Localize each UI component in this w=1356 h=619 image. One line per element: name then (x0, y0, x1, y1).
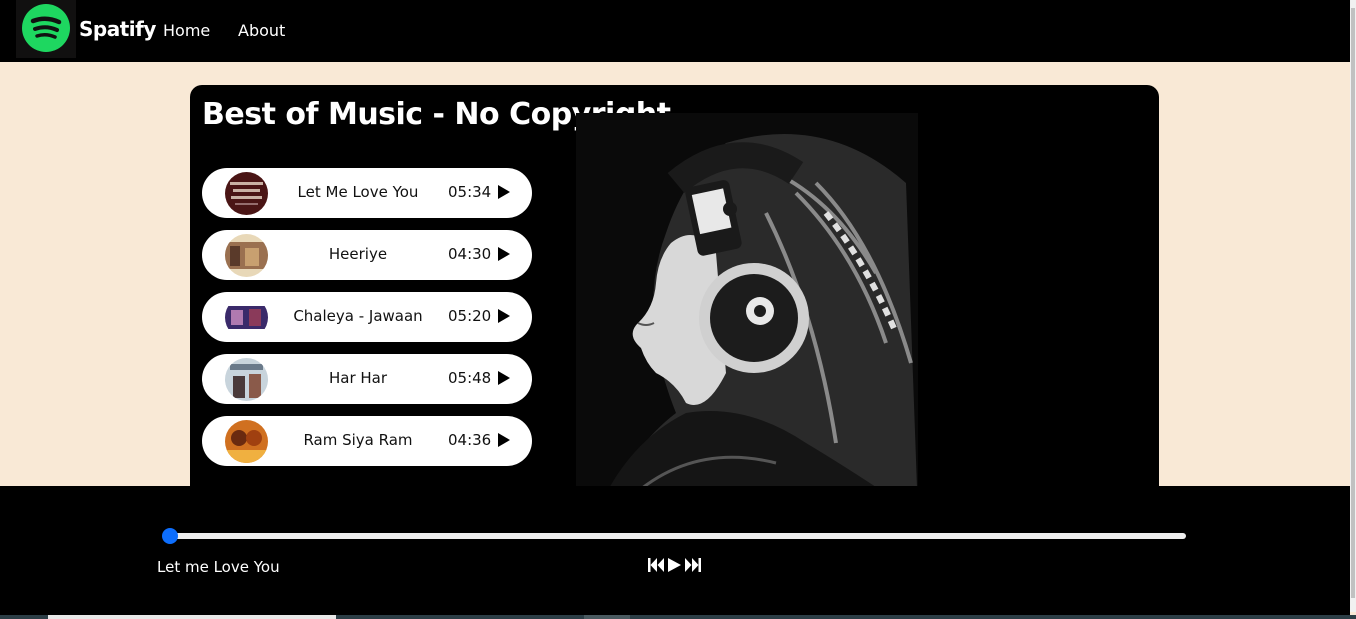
song-item[interactable]: Heeriye 04:30 (202, 230, 532, 280)
song-list: Let Me Love You 05:34 Heeriye 04:30 Chal… (202, 168, 532, 478)
song-duration: 05:48 (448, 369, 492, 387)
song-item[interactable]: Ram Siya Ram 04:36 (202, 416, 532, 466)
song-duration: 04:30 (448, 245, 492, 263)
progress-bar[interactable] (170, 533, 1186, 539)
player-controls (648, 558, 702, 572)
scrollbar-thumb[interactable] (1351, 8, 1355, 598)
nav-about-link[interactable]: About (238, 21, 285, 40)
song-name: Let Me Love You (297, 183, 419, 201)
progress-thumb[interactable] (162, 528, 178, 544)
play-icon[interactable] (498, 433, 510, 447)
play-icon[interactable] (498, 185, 510, 199)
song-cover-image (225, 296, 268, 339)
song-container: Best of Music - No Copyright Let Me Love… (190, 85, 1159, 515)
song-duration: 05:34 (448, 183, 492, 201)
now-playing-title: Let me Love You (157, 558, 280, 576)
song-duration: 04:36 (448, 431, 492, 449)
spotify-logo-icon (22, 4, 70, 52)
song-name: Heeriye (328, 245, 388, 263)
song-cover-image (225, 358, 268, 401)
previous-icon[interactable] (648, 558, 664, 572)
play-icon[interactable] (498, 371, 510, 385)
taskbar-strip (0, 615, 1356, 619)
spotify-logo[interactable] (16, 0, 76, 58)
song-name: Ram Siya Ram (303, 431, 413, 449)
song-cover-image (225, 234, 268, 277)
hero-image (576, 113, 918, 515)
song-item[interactable]: Chaleya - Jawaan 05:20 (202, 292, 532, 342)
song-name: Chaleya - Jawaan (293, 307, 423, 325)
brand-name[interactable]: Spatify (79, 17, 156, 41)
song-duration: 05:20 (448, 307, 492, 325)
navbar: Spatify Home About (0, 0, 1350, 62)
play-pause-icon[interactable] (668, 558, 681, 572)
song-cover-image (225, 172, 268, 215)
play-icon[interactable] (498, 247, 510, 261)
song-cover-image (225, 420, 268, 463)
song-name: Har Har (328, 369, 388, 387)
song-item[interactable]: Let Me Love You 05:34 (202, 168, 532, 218)
play-icon[interactable] (498, 309, 510, 323)
nav-home-link[interactable]: Home (163, 21, 210, 40)
player-bar: Let me Love You (0, 486, 1350, 619)
song-item[interactable]: Har Har 05:48 (202, 354, 532, 404)
next-icon[interactable] (685, 558, 701, 572)
